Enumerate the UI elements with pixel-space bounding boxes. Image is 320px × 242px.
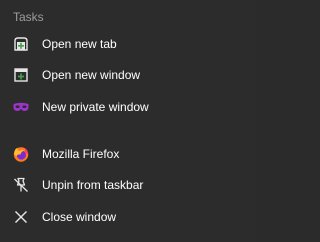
menu-item-label: Close window xyxy=(42,210,117,224)
unpin-icon xyxy=(14,177,28,192)
close-icon xyxy=(15,211,27,223)
menu-item-label: Unpin from taskbar xyxy=(42,178,144,192)
new-window-icon xyxy=(14,68,28,82)
section-title-tasks: Tasks xyxy=(13,10,44,24)
menu-item-open-new-tab[interactable]: Open new tab xyxy=(0,29,256,59)
new-tab-icon xyxy=(14,37,28,51)
menu-item-label: Open new window xyxy=(42,68,141,82)
menu-item-open-new-window[interactable]: Open new window xyxy=(0,60,256,90)
firefox-logo-icon xyxy=(13,147,29,162)
menu-item-label: New private window xyxy=(42,100,149,114)
menu-item-new-private-window[interactable]: New private window xyxy=(0,92,256,122)
menu-item-unpin-from-taskbar[interactable]: Unpin from taskbar xyxy=(0,170,256,200)
menu-item-label: Mozilla Firefox xyxy=(42,147,120,161)
menu-item-mozilla-firefox[interactable]: Mozilla Firefox xyxy=(0,139,256,169)
section-divider xyxy=(0,130,256,131)
private-mask-icon xyxy=(13,102,29,111)
menu-item-label: Open new tab xyxy=(42,37,117,51)
menu-item-close-window[interactable]: Close window xyxy=(0,202,256,232)
taskbar-jump-list: Tasks Open new tab Open new window New p… xyxy=(0,0,256,242)
